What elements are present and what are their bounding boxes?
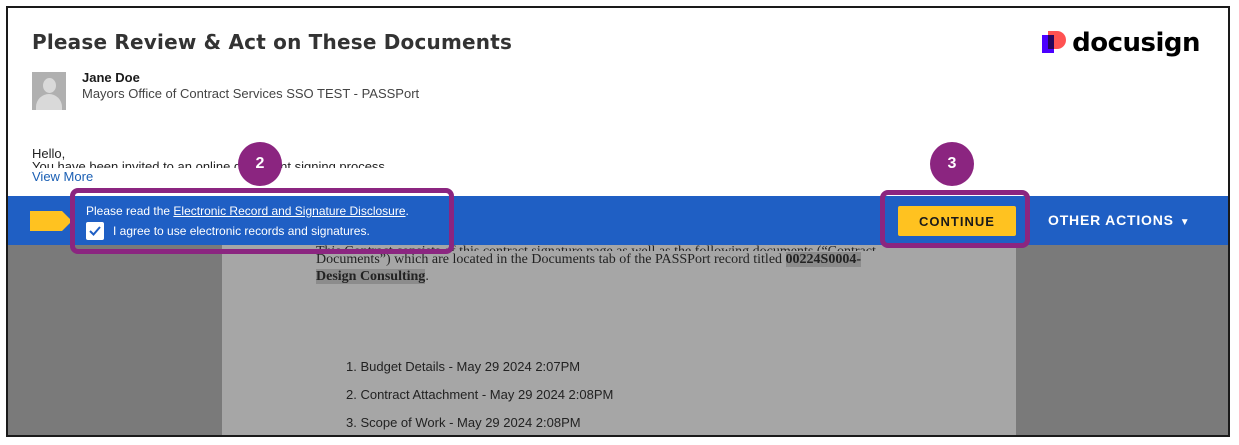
step-badge-3: 3 bbox=[930, 142, 974, 186]
document-list: 1. Budget Details - May 29 2024 2:07PM 2… bbox=[346, 359, 614, 435]
caret-down-icon: ▼ bbox=[1179, 217, 1191, 228]
message-body: You have been invited to an online docum… bbox=[32, 160, 385, 168]
sender-info: Jane Doe Mayors Office of Contract Servi… bbox=[32, 70, 420, 110]
record-title: Design Consulting bbox=[316, 269, 426, 284]
step-badge-2: 2 bbox=[238, 142, 282, 186]
document-viewer[interactable]: This Contract consists of this contract … bbox=[8, 244, 1228, 435]
callout-disclosure bbox=[70, 188, 454, 254]
record-id: 00224S0004- bbox=[785, 252, 861, 267]
logo-text: docusign bbox=[1072, 28, 1200, 58]
document-page: This Contract consists of this contract … bbox=[222, 244, 1016, 435]
view-more-link[interactable]: View More bbox=[32, 169, 93, 184]
tag-arrow-icon bbox=[30, 211, 72, 231]
avatar bbox=[32, 72, 66, 110]
list-item: 2. Contract Attachment - May 29 2024 2:0… bbox=[346, 387, 614, 402]
callout-continue bbox=[880, 190, 1030, 248]
other-actions-menu[interactable]: OTHER ACTIONS ▼ bbox=[1048, 212, 1190, 228]
list-item: 3. Scope of Work - May 29 2024 2:08PM bbox=[346, 415, 581, 430]
docusign-logo: docusign bbox=[1042, 28, 1200, 58]
sender-name: Jane Doe bbox=[82, 70, 140, 85]
docusign-logo-icon bbox=[1042, 31, 1067, 55]
greeting: Hello, bbox=[32, 146, 66, 161]
page-title: Please Review & Act on These Documents bbox=[32, 30, 513, 54]
list-item: 1. Budget Details - May 29 2024 2:07PM bbox=[346, 359, 581, 374]
header: Please Review & Act on These Documents d… bbox=[8, 8, 1228, 196]
sender-org: Mayors Office of Contract Services SSO T… bbox=[82, 86, 420, 101]
